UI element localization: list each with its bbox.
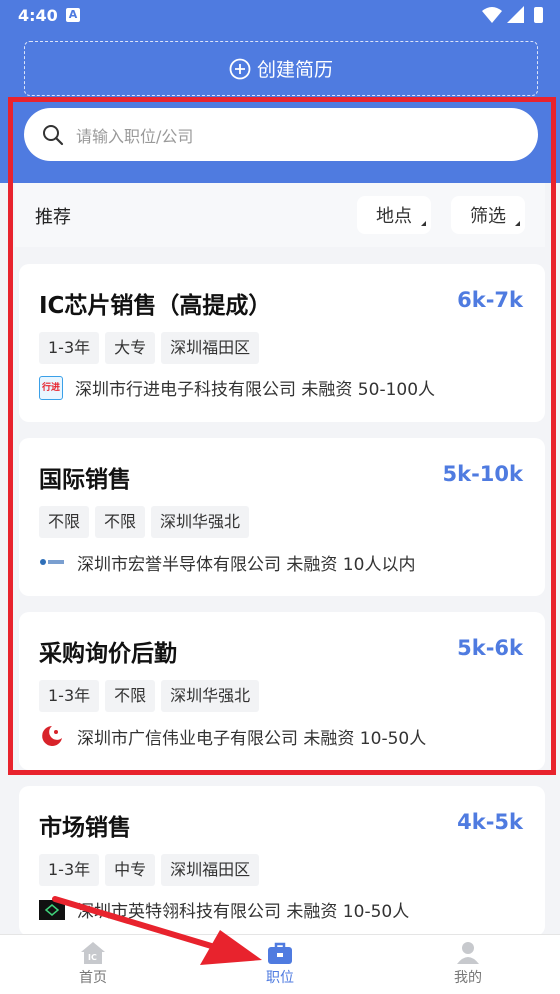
battery-icon [534,7,543,23]
create-resume-label: 创建简历 [256,59,333,81]
signal-icon [507,6,524,23]
job-tag: 中专 [105,854,156,886]
home-ic-icon: IC [81,942,105,964]
nav-profile-label: 我的 [454,970,482,986]
company-logo-mark-icon [45,903,59,916]
status-bar: 4:40 A [0,0,560,32]
notification-a-icon: A [66,8,80,22]
nav-jobs[interactable]: 职位 [220,935,340,994]
job-salary: 4k-5k [457,810,523,834]
nav-home-label: 首页 [79,970,107,986]
svg-text:IC: IC [88,953,97,962]
job-tags: 1-3年 中专 深圳福田区 [39,854,265,886]
bottom-nav: IC 首页 职位 我的 [0,934,560,994]
job-tag: 深圳福田区 [161,854,260,886]
nav-jobs-label: 职位 [266,970,294,986]
status-time: 4:40 [18,6,58,25]
nav-profile[interactable]: 我的 [408,935,528,994]
company-name: 深圳市英特翎科技有限公司 未融资 10-50人 [77,902,410,922]
plus-circle-icon [229,58,251,79]
create-resume-button[interactable]: 创建简历 [24,41,538,96]
job-title: 市场销售 [39,815,131,841]
wifi-icon [482,7,502,23]
company-logo [39,899,65,920]
highlight-box [8,97,556,775]
job-card[interactable]: 市场销售 4k-5k 1-3年 中专 深圳福田区 深圳市英特翎科技有限公司 未融… [19,786,545,936]
job-tag: 1-3年 [39,854,100,886]
briefcase-icon [268,942,292,964]
profile-icon [457,942,479,964]
company-info: 深圳市英特翎科技有限公司 未融资 10-50人 [39,897,409,922]
nav-home[interactable]: IC 首页 [33,935,153,994]
